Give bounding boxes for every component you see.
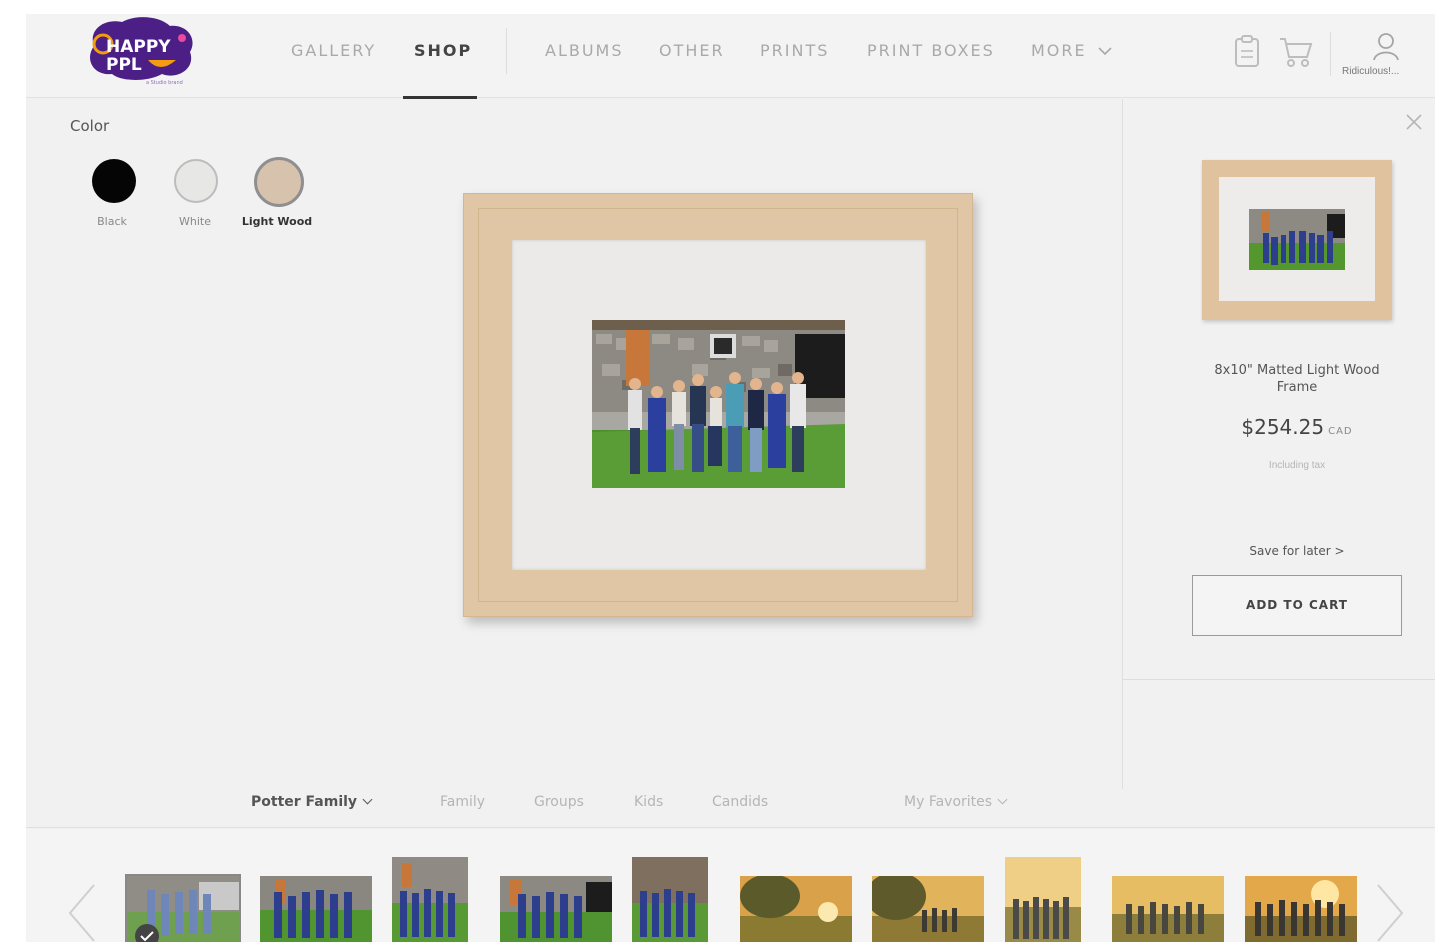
nav-prints[interactable]: PRINTS xyxy=(760,41,829,60)
price-amount: $254.25 xyxy=(1241,415,1325,439)
swatch-white[interactable] xyxy=(174,159,218,203)
chevron-right-icon[interactable] xyxy=(1374,883,1406,942)
film-thumb-8[interactable] xyxy=(1005,857,1081,942)
app-window: HAPPY PPL a Studio brand GALLERY SHOP AL… xyxy=(26,14,1435,942)
product-price: $254.25 CAD xyxy=(1196,415,1398,439)
header-divider xyxy=(1330,32,1331,76)
close-icon[interactable] xyxy=(1404,112,1424,132)
film-thumb-9[interactable] xyxy=(1112,876,1224,942)
logo-tagline: a Studio brand xyxy=(146,80,183,86)
product-name: 8x10" Matted Light Wood Frame xyxy=(1214,363,1380,395)
check-icon xyxy=(140,931,154,942)
favorites-selector-label: My Favorites xyxy=(904,794,993,810)
account-name[interactable]: Ridiculous!... xyxy=(1342,66,1399,77)
nav-print-boxes[interactable]: PRINT BOXES xyxy=(867,41,995,60)
price-currency: CAD xyxy=(1328,426,1353,437)
swatch-label-light-wood: Light Wood xyxy=(241,215,313,228)
swatch-label-black: Black xyxy=(97,215,127,228)
logo-text-line1: HAPPY xyxy=(106,37,171,57)
album-selector-label: Potter Family xyxy=(251,794,358,810)
nav-divider xyxy=(506,28,507,74)
album-selector[interactable]: Potter Family xyxy=(251,794,373,810)
chevron-down-icon xyxy=(997,794,1008,805)
nav-active-indicator xyxy=(403,96,477,99)
film-thumb-7[interactable] xyxy=(872,876,984,942)
film-thumb-5[interactable] xyxy=(632,857,708,942)
happy-ppl-logo[interactable]: HAPPY PPL a Studio brand xyxy=(86,16,198,86)
film-thumb-6[interactable] xyxy=(740,876,852,942)
film-thumb-1[interactable] xyxy=(125,874,241,942)
save-for-later-link[interactable]: Save for later > xyxy=(1196,544,1398,558)
swatch-black[interactable] xyxy=(92,159,136,203)
cart-icon[interactable] xyxy=(1278,36,1314,68)
gallery-filter-bar: Potter Family Family Groups Kids Candids… xyxy=(26,784,1435,828)
film-thumb-4[interactable] xyxy=(500,876,612,942)
nav-other[interactable]: OTHER xyxy=(659,41,725,60)
filter-groups[interactable]: Groups xyxy=(534,794,584,810)
user-icon[interactable] xyxy=(1372,32,1400,62)
selected-check-badge xyxy=(135,924,159,942)
chevron-down-icon xyxy=(362,794,373,805)
add-to-cart-button[interactable]: ADD TO CART xyxy=(1192,575,1402,636)
right-panel-separator xyxy=(1123,679,1435,680)
frame-preview xyxy=(463,193,973,617)
photo-filmstrip xyxy=(26,829,1435,942)
product-thumbnail xyxy=(1202,160,1392,320)
filter-family[interactable]: Family xyxy=(440,794,485,810)
top-header: HAPPY PPL a Studio brand GALLERY SHOP AL… xyxy=(26,14,1435,99)
color-heading: Color xyxy=(70,117,110,135)
frame-mat xyxy=(512,240,926,570)
swatch-label-white: White xyxy=(179,215,211,228)
filter-candids[interactable]: Candids xyxy=(712,794,768,810)
swatch-light-wood[interactable] xyxy=(254,157,304,207)
nav-more[interactable]: MORE xyxy=(1031,41,1112,60)
family-photo xyxy=(592,320,845,488)
nav-gallery[interactable]: GALLERY xyxy=(291,41,376,60)
product-thumbnail-photo xyxy=(1249,209,1345,270)
filter-kids[interactable]: Kids xyxy=(634,794,663,810)
film-thumb-10[interactable] xyxy=(1245,876,1357,942)
nav-more-label: MORE xyxy=(1031,41,1087,60)
chevron-down-icon xyxy=(1098,47,1112,56)
tax-note: Including tax xyxy=(1268,460,1326,471)
product-thumbnail-mat xyxy=(1219,177,1375,301)
clipboard-icon[interactable] xyxy=(1233,34,1261,68)
favorites-selector[interactable]: My Favorites xyxy=(904,794,1008,810)
nav-shop[interactable]: SHOP xyxy=(414,41,472,60)
film-thumb-2[interactable] xyxy=(260,876,372,942)
film-thumb-3[interactable] xyxy=(392,857,468,942)
right-panel-divider xyxy=(1122,99,1123,789)
nav-albums[interactable]: ALBUMS xyxy=(545,41,624,60)
chevron-left-icon[interactable] xyxy=(66,883,98,942)
logo-text-line2: PPL xyxy=(106,55,142,75)
